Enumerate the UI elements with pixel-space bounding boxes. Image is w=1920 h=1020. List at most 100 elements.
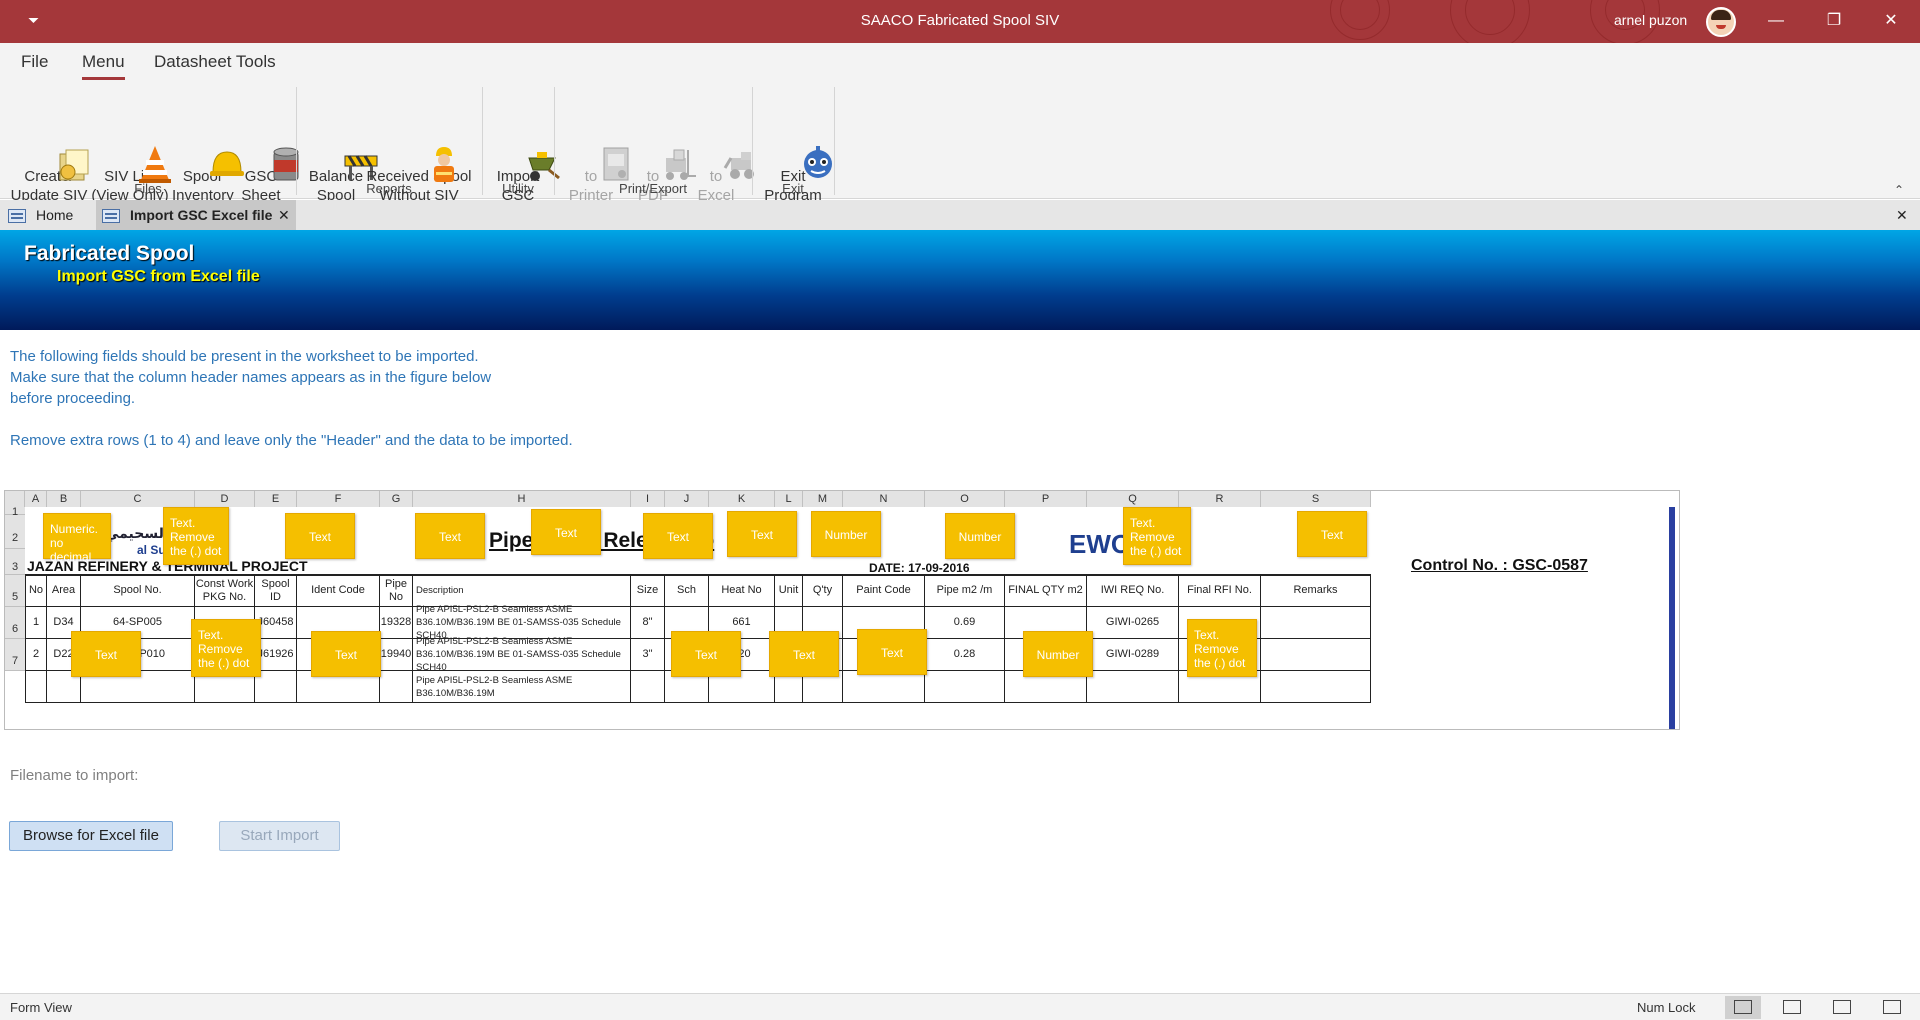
data-cell: 3" bbox=[631, 639, 665, 671]
field-type-callout: Text bbox=[769, 631, 839, 677]
data-cell: GIWI-0289 bbox=[1087, 639, 1179, 671]
field-type-callout: Number bbox=[1023, 631, 1093, 677]
close-tab-icon[interactable]: ✕ bbox=[278, 200, 290, 230]
selection-border bbox=[1669, 507, 1675, 729]
tab-home[interactable]: Home bbox=[8, 200, 96, 230]
status-num-lock: Num Lock bbox=[1637, 1000, 1696, 1015]
collapse-ribbon-icon[interactable]: ⌃ bbox=[1894, 183, 1904, 197]
minimize-button[interactable]: — bbox=[1753, 8, 1799, 34]
row-number: 3 bbox=[5, 549, 25, 575]
data-cell: Pipe API5L-PSL2-B Seamless ASME B36.10M/… bbox=[413, 671, 631, 703]
design-view-icon[interactable] bbox=[1874, 996, 1910, 1019]
user-avatar[interactable] bbox=[1706, 7, 1736, 37]
ribbon-separator bbox=[752, 87, 753, 195]
data-cell: 1 bbox=[25, 607, 47, 639]
restore-button[interactable]: ❐ bbox=[1811, 8, 1857, 34]
status-view-mode: Form View bbox=[10, 1000, 72, 1015]
data-cell bbox=[1261, 671, 1371, 703]
data-cell bbox=[1261, 607, 1371, 639]
barrier-icon bbox=[316, 125, 378, 180]
column-letter: C bbox=[81, 491, 195, 507]
ribbon-separator bbox=[296, 87, 297, 195]
document-tab-bar: Home Import GSC Excel file ✕ ✕ bbox=[0, 200, 1920, 230]
data-cell bbox=[631, 671, 665, 703]
column-letter: A bbox=[25, 491, 47, 507]
row-number: 2 bbox=[5, 515, 25, 549]
tab-datasheet-tools[interactable]: Datasheet Tools bbox=[154, 52, 276, 72]
tab-file[interactable]: File bbox=[21, 52, 48, 72]
data-cell: 2 bbox=[25, 639, 47, 671]
data-cell: Pipe API5L-PSL2-B Seamless ASME B36.10M/… bbox=[413, 636, 631, 673]
column-letter: H bbox=[413, 491, 631, 507]
header-cell: Size bbox=[631, 575, 665, 607]
data-cell: J61926 bbox=[255, 639, 297, 671]
header-cell: IWI REQ No. bbox=[1087, 575, 1179, 607]
instruction-line: before proceeding. bbox=[10, 390, 136, 407]
close-document-icon[interactable]: ✕ bbox=[1896, 200, 1916, 230]
ribbon-separator bbox=[834, 87, 835, 195]
data-cell: 19328 bbox=[380, 607, 413, 639]
paint-bucket-icon bbox=[241, 125, 299, 181]
printer-icon bbox=[571, 125, 629, 181]
data-cell: 8" bbox=[631, 607, 665, 639]
status-bar: Form View Num Lock bbox=[0, 993, 1920, 1020]
layout-view-icon[interactable] bbox=[1824, 996, 1860, 1019]
field-type-callout: Number bbox=[811, 511, 881, 557]
data-cell bbox=[843, 671, 925, 703]
banner-subtitle: Import GSC from Excel file bbox=[57, 268, 260, 285]
column-letter: O bbox=[925, 491, 1005, 507]
ribbon-separator bbox=[482, 87, 483, 195]
column-letter: R bbox=[1179, 491, 1261, 507]
datasheet-view-icon[interactable] bbox=[1774, 996, 1810, 1019]
header-cell: Const Work PKG No. bbox=[195, 575, 255, 607]
header-cell: Paint Code bbox=[843, 575, 925, 607]
worker-icon bbox=[399, 125, 455, 182]
worksheet-sample-image: ABCDEFGHIJKLMNOPQRS 123567 جلوبال السحيم… bbox=[4, 490, 1680, 730]
header-cell: Pipe m2 /m bbox=[925, 575, 1005, 607]
hard-hat-icon bbox=[182, 125, 245, 176]
data-cell bbox=[25, 671, 47, 703]
start-import-button[interactable]: Start Import bbox=[219, 821, 340, 851]
instruction-line: Remove extra rows (1 to 4) and leave onl… bbox=[10, 432, 573, 449]
instruction-line: Make sure that the column header names a… bbox=[10, 369, 492, 386]
close-window-button[interactable]: ✕ bbox=[1868, 8, 1914, 34]
header-cell: Q'ty bbox=[803, 575, 843, 607]
field-type-callout: Text bbox=[415, 513, 485, 559]
column-letter: G bbox=[380, 491, 413, 507]
header-cell: Ident Code bbox=[297, 575, 380, 607]
tab-import-gsc-label: Import GSC Excel file bbox=[130, 207, 273, 223]
data-cell: J60458 bbox=[255, 607, 297, 639]
data-cell bbox=[925, 671, 1005, 703]
field-type-callout: Text. Remove the (.) dot bbox=[163, 507, 229, 565]
field-type-callout: Text bbox=[1297, 511, 1367, 557]
group-label-reports: Reports bbox=[366, 181, 412, 196]
data-cell bbox=[380, 671, 413, 703]
form-header-banner: Fabricated Spool Import GSC from Excel f… bbox=[0, 230, 1920, 330]
column-letter: D bbox=[195, 491, 255, 507]
field-type-callout: Text bbox=[671, 631, 741, 677]
field-type-callout: Text. Remove the (.) dot bbox=[1187, 619, 1257, 677]
field-type-callout: Text bbox=[531, 509, 601, 555]
ribbon-separator bbox=[554, 87, 555, 195]
robot-exit-icon bbox=[773, 125, 833, 178]
data-cell bbox=[1087, 671, 1179, 703]
row-number: 1 bbox=[5, 506, 25, 518]
folder-note-icon bbox=[29, 125, 89, 181]
user-name[interactable]: arnel puzon bbox=[1614, 12, 1687, 28]
header-cell: Spool ID bbox=[255, 575, 297, 607]
tab-home-label: Home bbox=[36, 207, 74, 223]
header-cell: Heat No bbox=[709, 575, 775, 607]
header-cell: No bbox=[25, 575, 47, 607]
column-letter: S bbox=[1261, 491, 1371, 507]
column-letter: Q bbox=[1087, 491, 1179, 507]
row-number: 7 bbox=[5, 639, 25, 671]
form-view-icon[interactable] bbox=[1725, 996, 1761, 1019]
data-cell: 0.69 bbox=[925, 607, 1005, 639]
filename-label: Filename to import: bbox=[10, 767, 139, 784]
tab-menu[interactable]: Menu bbox=[82, 52, 125, 80]
field-type-callout: Number bbox=[945, 513, 1015, 559]
tab-import-gsc[interactable]: Import GSC Excel file ✕ bbox=[96, 200, 296, 230]
sheet-corner bbox=[5, 491, 25, 507]
browse-excel-button[interactable]: Browse for Excel file bbox=[9, 821, 173, 851]
title-bar: ⏷ SAACO Fabricated Spool SIV arnel puzon… bbox=[0, 0, 1920, 43]
